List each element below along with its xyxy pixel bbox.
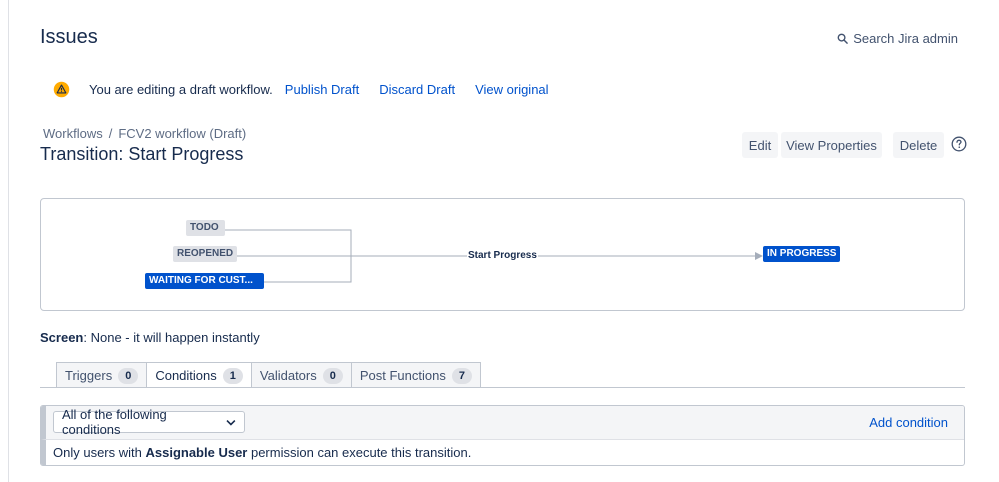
tab-count-badge: 0 — [322, 367, 343, 384]
tabs-divider — [40, 387, 965, 388]
transition-title: Transition: Start Progress — [40, 144, 244, 164]
tab-label: Triggers — [65, 368, 113, 383]
transition-tabs: Triggers 0 Conditions 1 Validators 0 Pos… — [56, 362, 481, 388]
warning-icon — [53, 81, 70, 97]
discard-draft-link[interactable]: Discard Draft — [379, 82, 455, 97]
condition-rule: Only users with Assignable User permissi… — [41, 440, 964, 465]
status-waiting-for-customer[interactable]: WAITING FOR CUST... — [145, 273, 264, 289]
publish-draft-link[interactable]: Publish Draft — [285, 82, 359, 97]
tab-count-badge: 1 — [222, 367, 243, 384]
tab-conditions[interactable]: Conditions 1 — [146, 362, 252, 388]
condition-rule-suffix: permission can execute this transition. — [247, 445, 472, 460]
search-jira-admin[interactable]: Search Jira admin — [837, 31, 958, 46]
breadcrumb-separator: / — [108, 126, 113, 141]
view-properties-button[interactable]: View Properties — [781, 132, 882, 158]
condition-group-value: All of the following conditions — [62, 407, 167, 437]
transition-diagram: TODO REOPENED WAITING FOR CUST... Start … — [40, 198, 965, 311]
condition-group-select[interactable]: All of the following conditions — [53, 407, 245, 437]
left-divider — [8, 0, 9, 482]
edit-button[interactable]: Edit — [742, 132, 778, 158]
chevron-down-icon — [226, 419, 236, 426]
tab-count-badge: 7 — [451, 367, 472, 384]
transition-label: Start Progress — [467, 250, 538, 261]
tab-label: Validators — [259, 368, 317, 383]
condition-rule-prefix: Only users with — [53, 445, 146, 460]
draft-notice: You are editing a draft workflow. Publis… — [53, 78, 569, 100]
page-header-title: Issues — [40, 26, 98, 48]
screen-value: : None - it will happen instantly — [83, 330, 260, 345]
tab-validators[interactable]: Validators 0 — [250, 362, 352, 388]
breadcrumb: Workflows / FCV2 workflow (Draft) — [43, 126, 246, 141]
tab-count-badge: 0 — [118, 367, 139, 384]
conditions-header: All of the following conditions Add cond… — [41, 406, 964, 440]
arrow-head-icon — [755, 252, 763, 260]
search-icon — [837, 33, 849, 44]
tab-label: Conditions — [155, 368, 217, 383]
conditions-panel: All of the following conditions Add cond… — [40, 405, 965, 466]
screen-label: Screen — [40, 330, 84, 345]
help-icon[interactable] — [951, 136, 967, 152]
tab-post-functions[interactable]: Post Functions 7 — [350, 362, 481, 388]
tab-triggers[interactable]: Triggers 0 — [56, 362, 148, 388]
breadcrumb-workflow-draft[interactable]: FCV2 workflow (Draft) — [118, 126, 246, 141]
status-todo[interactable]: TODO — [186, 220, 225, 236]
add-condition-link[interactable]: Add condition — [869, 415, 948, 430]
status-reopened[interactable]: REOPENED — [173, 246, 237, 262]
draft-notice-text: You are editing a draft workflow. — [89, 81, 273, 97]
search-label: Search Jira admin — [853, 31, 958, 46]
view-original-link[interactable]: View original — [475, 82, 548, 97]
condition-rule-permission: Assignable User — [145, 445, 248, 460]
tab-label: Post Functions — [359, 368, 446, 383]
status-in-progress[interactable]: IN PROGRESS — [763, 246, 840, 262]
screen-info: Screen: None - it will happen instantly — [40, 330, 260, 345]
delete-button[interactable]: Delete — [893, 132, 944, 158]
breadcrumb-workflows[interactable]: Workflows — [43, 126, 103, 141]
